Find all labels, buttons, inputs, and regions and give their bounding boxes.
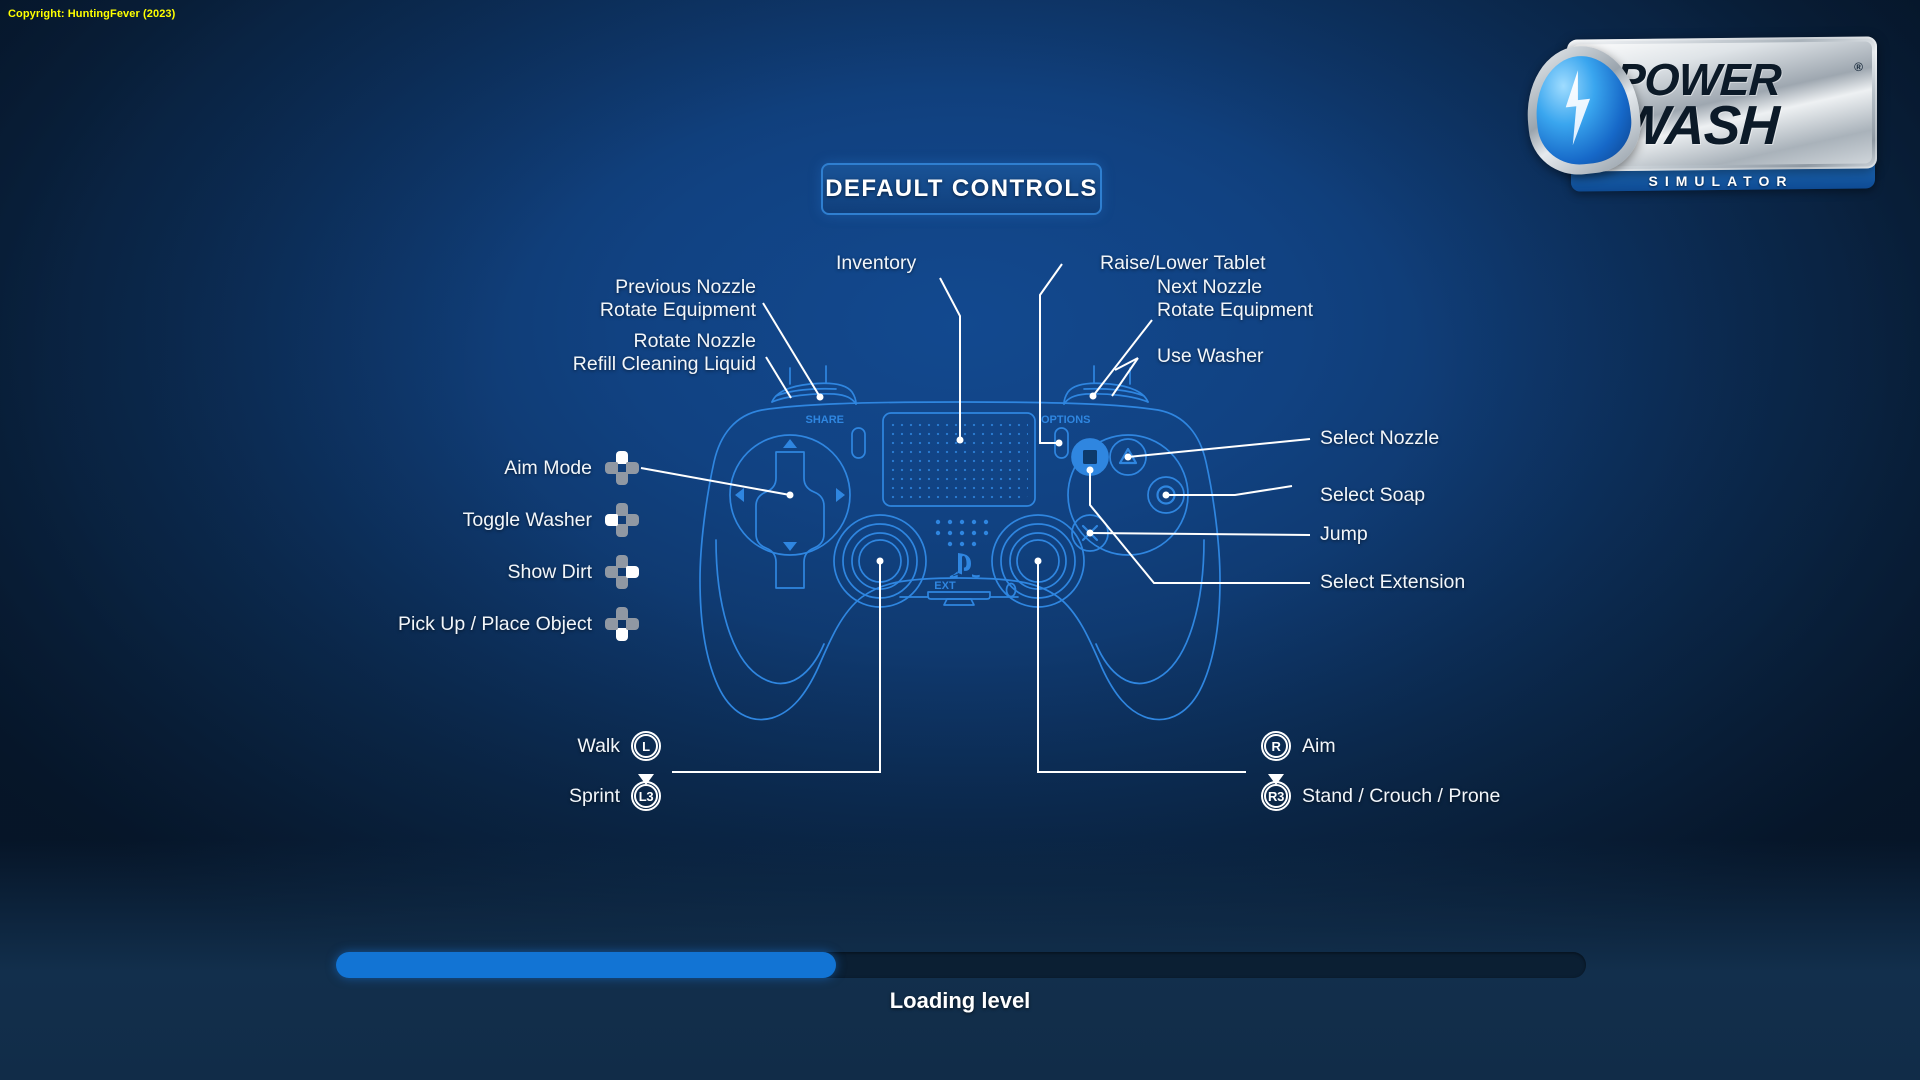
ext-label: EXT — [934, 580, 956, 592]
callout-r1-button: Next Nozzle Rotate Equipment — [1157, 276, 1313, 322]
right-stick-press-glyph: R3 — [1267, 788, 1285, 804]
face-label-jump: Jump — [1320, 523, 1368, 545]
callout-options-button: Raise/Lower Tablet — [1100, 252, 1265, 275]
dpad-down-icon — [605, 607, 639, 641]
callout-line: Rotate Equipment — [1157, 299, 1314, 321]
callout-line: Refill Cleaning Liquid — [572, 353, 756, 375]
face-label-select-extension: Select Extension — [1320, 571, 1466, 593]
callout-line: Use Washer — [1157, 345, 1264, 367]
loading-status-text: Loading level — [889, 988, 1031, 1013]
left-stick-press-glyph: L3 — [638, 788, 654, 804]
playstation-logo-icon — [949, 553, 980, 579]
left-stick-press-icon: L3 — [631, 774, 661, 811]
dpad-label-aim-mode: Aim Mode — [504, 457, 592, 479]
loading-progress-track — [336, 952, 1586, 978]
callout-line: Raise/Lower Tablet — [1100, 252, 1266, 274]
callout-line: Next Nozzle — [1157, 276, 1263, 298]
callout-r2-trigger: Use Washer — [1157, 345, 1264, 368]
callout-line: Rotate Equipment — [599, 299, 756, 321]
dpad-left-icon — [605, 503, 639, 537]
dpad-label-pick-up-place-object: Pick Up / Place Object — [398, 613, 592, 635]
stick-label-walk: Walk — [577, 735, 620, 757]
right-stick-glyph: R — [1271, 738, 1281, 754]
stick-label-sprint: Sprint — [569, 785, 620, 807]
callout-touchpad: Inventory — [836, 252, 916, 275]
controller-diagram: SHARE OPTIONS EXT — [640, 263, 1311, 773]
dpad-right-icon — [605, 555, 639, 589]
callout-line: Rotate Nozzle — [633, 330, 756, 352]
left-stick-glyph: L — [642, 738, 650, 754]
callout-line: Inventory — [836, 252, 917, 274]
right-stick-icon: R — [1261, 731, 1291, 761]
left-stick-icon: L — [631, 731, 661, 761]
stick-label-aim: Aim — [1302, 735, 1336, 757]
dpad-label-show-dirt: Show Dirt — [507, 561, 592, 583]
callout-l1-button: Previous Nozzle Rotate Equipment — [304, 276, 756, 322]
options-label: OPTIONS — [1041, 414, 1091, 426]
face-label-select-soap: Select Soap — [1320, 484, 1426, 506]
dpad-up-icon — [605, 451, 639, 485]
callout-line: Previous Nozzle — [615, 276, 756, 298]
stick-label-stand-crouch-prone: Stand / Crouch / Prone — [1302, 785, 1501, 807]
dpad-label-toggle-washer: Toggle Washer — [462, 509, 592, 531]
controls-screen: Copyright: HuntingFever (2023) POWER WAS… — [0, 0, 1920, 1080]
right-stick-press-icon: R3 — [1261, 774, 1291, 811]
loading-progress-fill — [336, 952, 836, 978]
callout-l2-trigger: Rotate Nozzle Refill Cleaning Liquid — [304, 330, 756, 376]
share-label: SHARE — [805, 414, 844, 426]
face-label-select-nozzle: Select Nozzle — [1320, 427, 1440, 449]
